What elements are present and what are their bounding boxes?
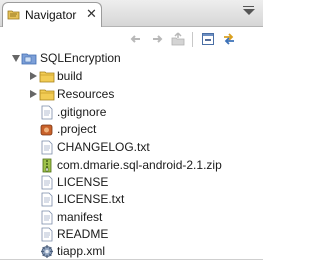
tree-item-manifest[interactable]: manifest [0, 209, 263, 226]
up-folder-icon[interactable] [170, 31, 186, 47]
tab-label: Navigator [25, 8, 77, 22]
tree-item-label: LICENSE [57, 175, 109, 189]
tree-item-readme[interactable]: README [0, 226, 263, 243]
tree-item-label: build [57, 69, 83, 83]
tree-item-zip[interactable]: com.dmarie.sql-android-2.1.zip [0, 157, 263, 174]
view-menu-icon[interactable] [243, 6, 255, 16]
close-icon[interactable]: ✕ [86, 6, 97, 22]
expand-arrow-icon[interactable] [30, 72, 37, 80]
tree-item-label: manifest [57, 210, 103, 224]
tree-item-changelog[interactable]: CHANGELOG.txt [0, 139, 263, 156]
text-file-icon [41, 227, 53, 242]
navigator-folder-icon [7, 10, 20, 20]
back-arrow-icon[interactable] [128, 31, 144, 47]
panel-bottom-border [0, 259, 263, 263]
text-file-icon [41, 105, 53, 120]
tree-item-label: .gitignore [57, 105, 107, 119]
xml-config-file-icon [41, 245, 53, 258]
tree-root-label: SQLEncryption [40, 51, 121, 65]
link-with-editor-icon[interactable] [221, 31, 237, 47]
tree-root-row[interactable]: SQLEncryption [0, 50, 263, 67]
expand-arrow-icon[interactable] [30, 90, 37, 98]
view-toolbar [0, 28, 263, 50]
folder-icon [39, 71, 55, 83]
project-file-icon [40, 124, 53, 136]
tree-item-resources[interactable]: Resources [0, 86, 263, 103]
tree-item-label: LICENSE.txt [57, 192, 125, 206]
tree-item-tiapp[interactable]: tiapp.xml [0, 243, 263, 260]
tree-item-label: CHANGELOG.txt [57, 140, 150, 154]
tree-item-license[interactable]: LICENSE [0, 174, 263, 191]
tree-item-project[interactable]: .project [0, 121, 263, 138]
folder-icon [39, 89, 55, 101]
tree-item-label: .project [57, 122, 97, 136]
text-file-icon [41, 140, 53, 155]
text-file-icon [41, 192, 53, 207]
tree-item-label: tiapp.xml [57, 244, 106, 258]
zip-file-icon [42, 158, 52, 173]
tree-item-build[interactable]: build [0, 68, 263, 85]
tree-item-gitignore[interactable]: .gitignore [0, 104, 263, 121]
text-file-icon [41, 175, 53, 190]
tree-item-label: Resources [57, 87, 115, 101]
forward-arrow-icon[interactable] [149, 31, 165, 47]
text-file-icon [41, 210, 53, 225]
tree-item-license-txt[interactable]: LICENSE.txt [0, 191, 263, 208]
project-folder-icon [21, 53, 37, 65]
collapse-all-icon[interactable] [200, 31, 216, 47]
toolbar-separator [192, 32, 193, 47]
expand-arrow-icon[interactable] [12, 55, 20, 62]
tree-item-label: README [57, 227, 109, 241]
tree-item-label: com.dmarie.sql-android-2.1.zip [57, 158, 222, 172]
tab-navigator[interactable]: Navigator ✕ [2, 2, 102, 27]
view-tab-bar: Navigator ✕ [0, 0, 263, 27]
